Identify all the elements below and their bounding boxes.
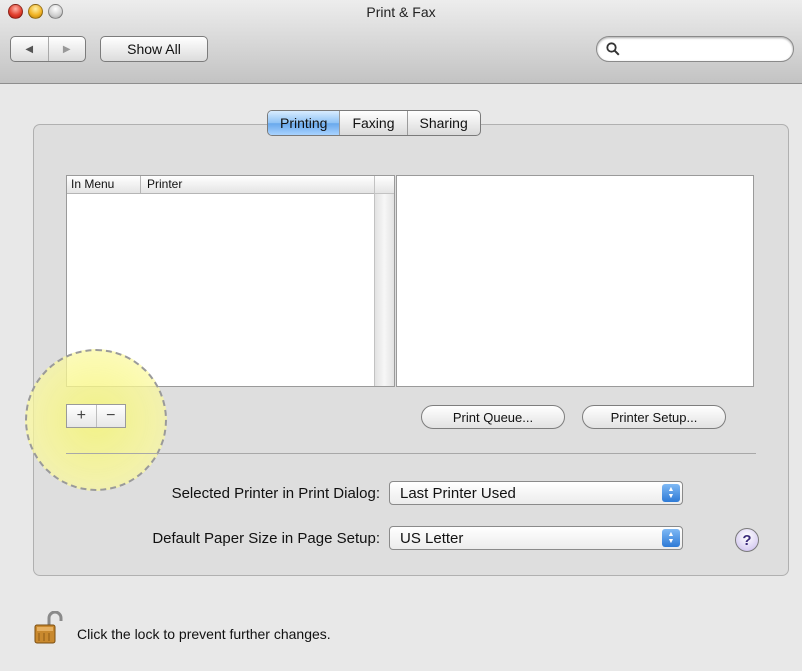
selected-printer-label: Selected Printer in Print Dialog: bbox=[171, 485, 380, 502]
selected-printer-popup[interactable]: Last Printer Used ▲ ▼ bbox=[389, 481, 683, 505]
column-header-printer[interactable]: Printer bbox=[141, 176, 375, 193]
forward-arrow-icon: ▶ bbox=[62, 43, 71, 55]
search-field[interactable] bbox=[596, 36, 794, 62]
printer-setup-button[interactable]: Printer Setup... bbox=[582, 405, 726, 429]
add-printer-button[interactable]: + bbox=[67, 405, 96, 427]
paper-size-value: US Letter bbox=[400, 530, 464, 547]
search-icon bbox=[606, 42, 620, 56]
window-titlebar: Print & Fax ◀ ▶ Show All bbox=[0, 0, 802, 84]
back-arrow-icon: ◀ bbox=[25, 43, 34, 55]
printer-list-scrollbar[interactable] bbox=[374, 176, 394, 386]
help-button[interactable]: ? bbox=[735, 528, 759, 552]
tab-bar: Printing Faxing Sharing bbox=[267, 110, 481, 136]
printer-list-header: In Menu Printer bbox=[67, 176, 375, 194]
section-divider bbox=[66, 453, 756, 454]
show-all-button[interactable]: Show All bbox=[100, 36, 208, 62]
window-title: Print & Fax bbox=[366, 4, 436, 20]
paper-size-label: Default Paper Size in Page Setup: bbox=[152, 530, 380, 547]
popup-arrows-icon: ▲ ▼ bbox=[662, 484, 680, 502]
print-queue-button[interactable]: Print Queue... bbox=[421, 405, 565, 429]
printer-detail-pane bbox=[396, 175, 754, 387]
back-button[interactable]: ◀ bbox=[11, 37, 48, 61]
lock-icon[interactable] bbox=[33, 611, 65, 645]
tab-sharing[interactable]: Sharing bbox=[406, 111, 480, 135]
forward-button[interactable]: ▶ bbox=[47, 37, 86, 61]
selected-printer-value: Last Printer Used bbox=[400, 485, 516, 502]
paper-size-popup[interactable]: US Letter ▲ ▼ bbox=[389, 526, 683, 550]
popup-arrows-icon: ▲ ▼ bbox=[662, 529, 680, 547]
remove-printer-button[interactable]: − bbox=[95, 405, 126, 427]
search-input[interactable] bbox=[623, 40, 783, 58]
tab-faxing[interactable]: Faxing bbox=[339, 111, 406, 135]
lock-message: Click the lock to prevent further change… bbox=[77, 626, 331, 642]
back-forward-control: ◀ ▶ bbox=[10, 36, 86, 62]
scrollbar-corner bbox=[375, 176, 394, 194]
tab-printing[interactable]: Printing bbox=[268, 111, 340, 135]
add-remove-control: + − bbox=[66, 404, 126, 428]
column-header-in-menu[interactable]: In Menu bbox=[67, 176, 141, 193]
